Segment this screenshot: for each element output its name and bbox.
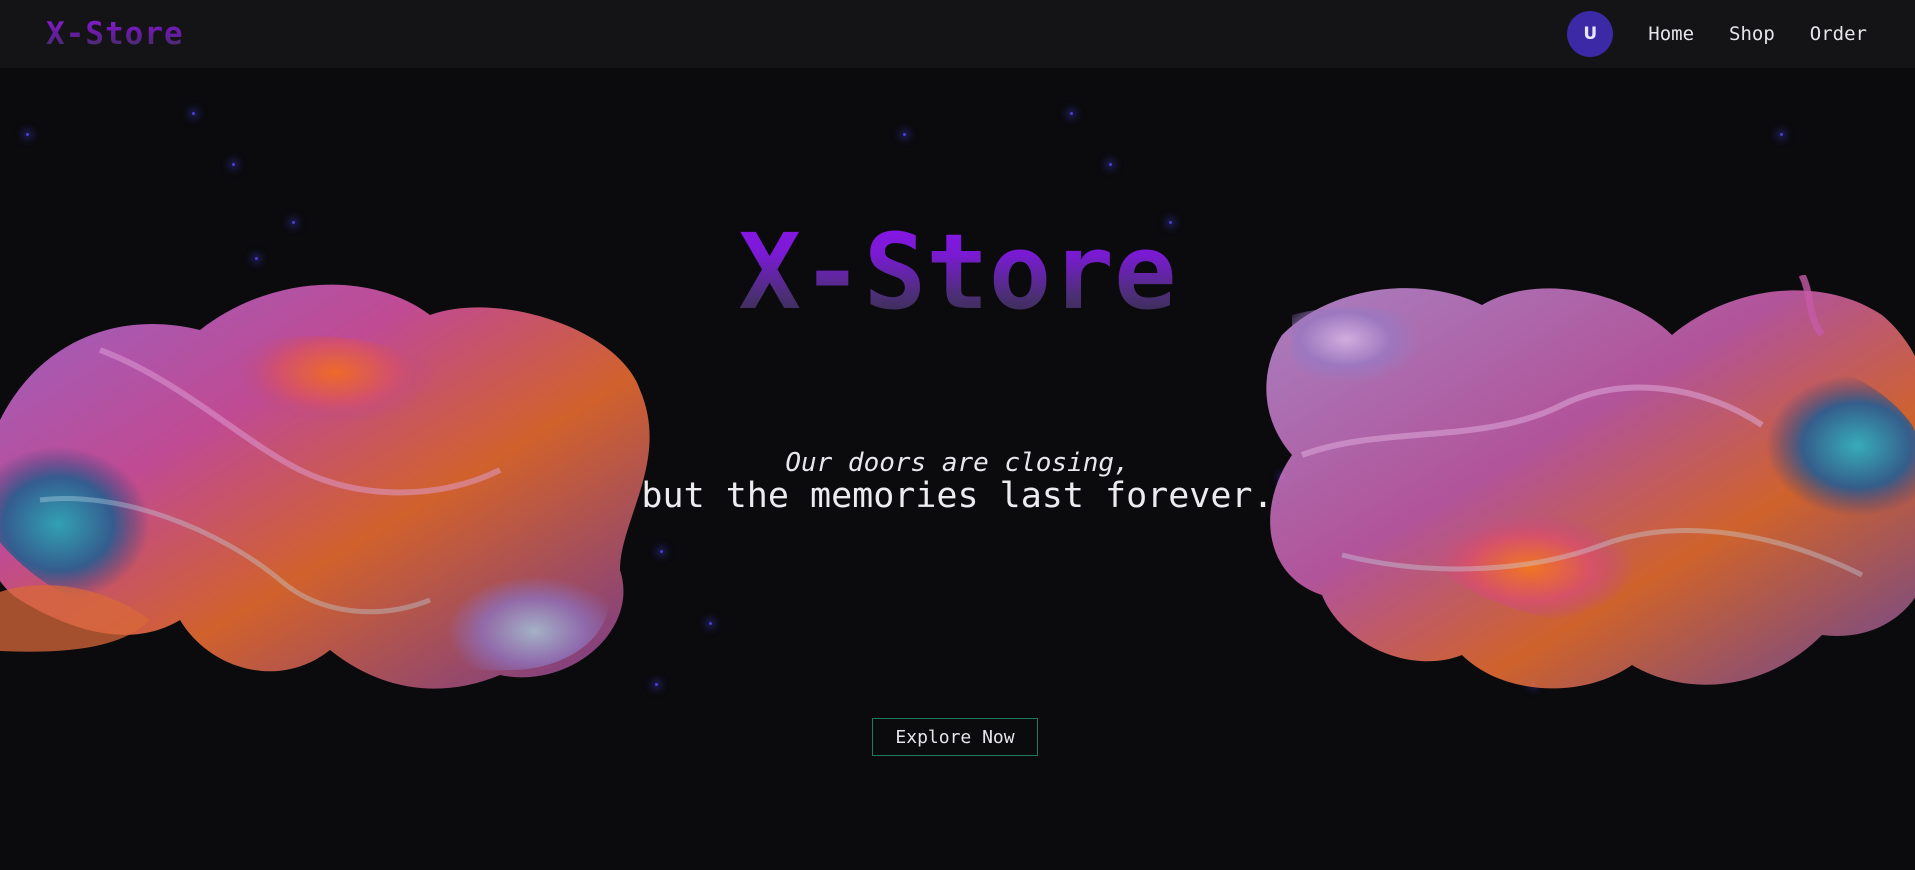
- star: [903, 133, 906, 136]
- top-navbar: X-Store U Home Shop Order: [0, 0, 1915, 68]
- hero-title: X-Store: [0, 212, 1915, 332]
- hero-tagline-line2: but the memories last forever.: [641, 476, 1274, 516]
- user-avatar[interactable]: U: [1567, 11, 1614, 57]
- nav-right: U Home Shop Order: [1567, 11, 1867, 57]
- nav-link-home[interactable]: Home: [1648, 23, 1694, 45]
- star: [709, 622, 712, 625]
- star: [26, 133, 29, 136]
- explore-now-button[interactable]: Explore Now: [872, 718, 1038, 756]
- hero-title-text: X-Store: [738, 211, 1177, 333]
- brand-logo[interactable]: X-Store: [46, 16, 184, 52]
- star: [232, 163, 235, 166]
- star: [660, 550, 663, 553]
- hero-tagline-line1: Our doors are closing,: [785, 448, 1130, 478]
- star: [192, 112, 195, 115]
- nav-link-shop[interactable]: Shop: [1729, 23, 1775, 45]
- page: X-Store U Home Shop Order X-Store Our do…: [0, 0, 1915, 870]
- star: [1070, 112, 1073, 115]
- star: [1780, 133, 1783, 136]
- nav-link-order[interactable]: Order: [1810, 23, 1867, 45]
- star: [1109, 163, 1112, 166]
